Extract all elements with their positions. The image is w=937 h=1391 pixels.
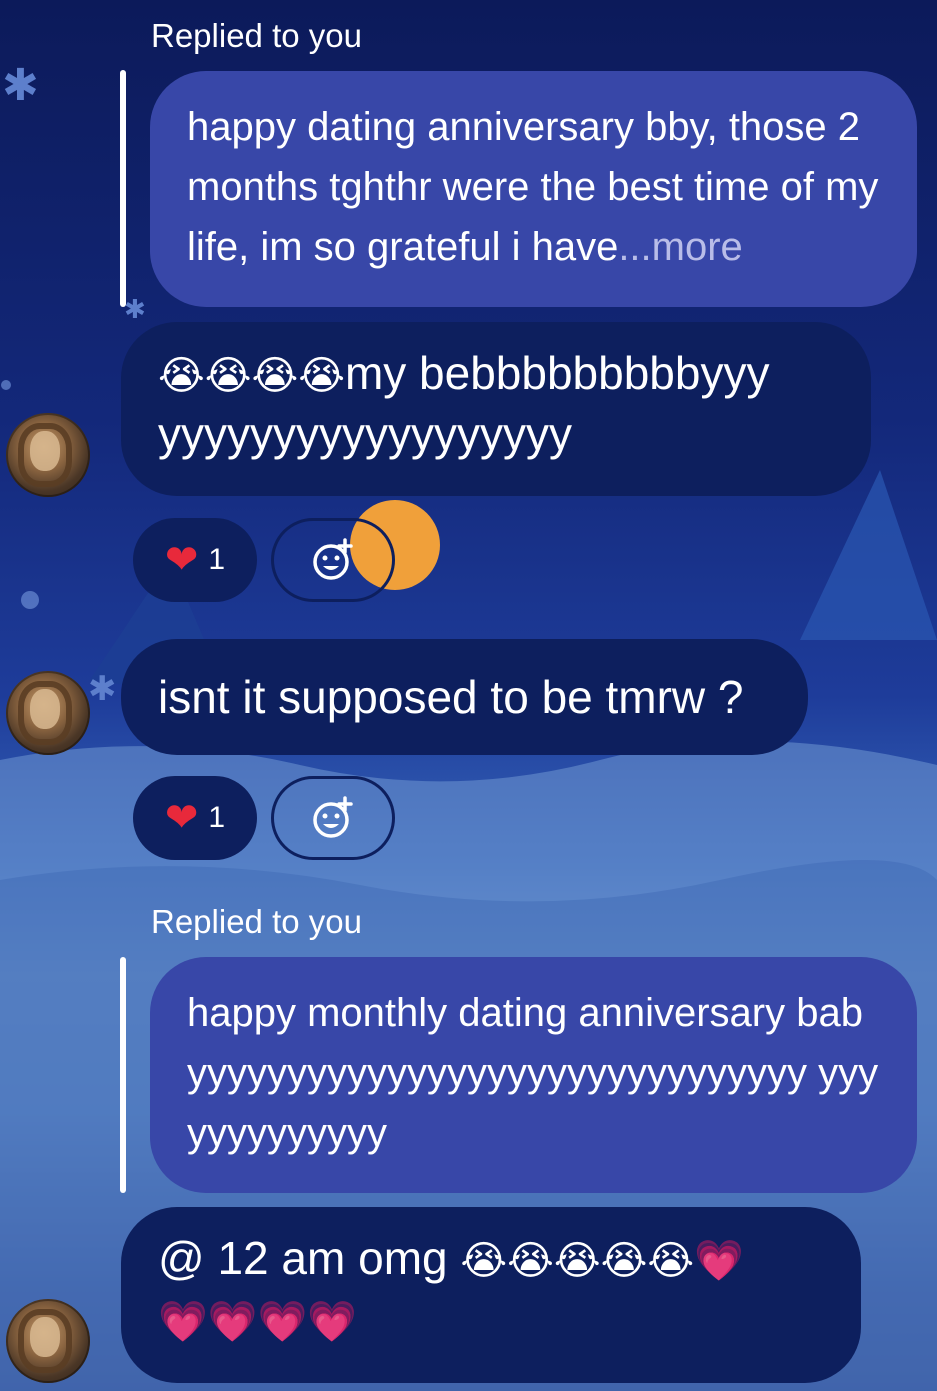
sender-avatar[interactable] — [6, 1299, 90, 1383]
snowflake-icon: ✱ — [2, 60, 39, 111]
sender-avatar[interactable] — [6, 671, 90, 755]
incoming-message-bubble[interactable]: 😭😭😭😭my bebbbbbbbbbyyy yyyyyyyyyyyyyyyyyy — [121, 322, 871, 496]
add-reaction-button[interactable] — [271, 776, 395, 860]
quoted-ellipsis: ... — [618, 225, 652, 269]
sender-avatar[interactable] — [6, 413, 90, 497]
emoji-group: 😭😭😭😭😭💗 — [460, 1238, 744, 1284]
more-link[interactable]: more — [652, 225, 743, 269]
reply-indicator-bar — [120, 70, 126, 307]
incoming-message-bubble[interactable]: @ 12 am omg 😭😭😭😭😭💗 💗💗💗💗 — [121, 1207, 861, 1383]
crying-emoji-group: 😭😭😭😭 — [158, 353, 345, 399]
heart-reaction-pill[interactable]: ❤ 1 — [133, 518, 257, 602]
heart-emoji-group: 💗💗💗💗 — [158, 1299, 358, 1345]
message-text: isnt it supposed to be tmrw ? — [158, 671, 744, 723]
add-reaction-button[interactable] — [271, 518, 395, 602]
message-text: @ 12 am omg — [158, 1232, 461, 1284]
add-reaction-icon — [313, 538, 353, 580]
heart-icon: ❤ — [164, 796, 199, 840]
quoted-message-text: happy dating anniversary bby, those 2 mo… — [187, 105, 879, 269]
snow-dot — [1, 380, 11, 390]
quoted-message-text: happy monthly dating anniversary babyyyy… — [187, 991, 879, 1155]
snowflake-icon: ✱ — [124, 295, 146, 325]
reply-label: Replied to you — [151, 17, 362, 54]
add-reaction-icon — [313, 796, 353, 838]
heart-icon: ❤ — [164, 538, 199, 582]
reaction-count: 1 — [208, 543, 226, 576]
snowflake-icon: ✱ — [88, 669, 117, 709]
heart-reaction-pill[interactable]: ❤ 1 — [133, 776, 257, 860]
incoming-message-bubble[interactable]: isnt it supposed to be tmrw ? — [121, 639, 808, 755]
quoted-message-bubble[interactable]: happy dating anniversary bby, those 2 mo… — [150, 71, 917, 307]
reaction-count: 1 — [208, 801, 226, 834]
snow-dot — [21, 591, 39, 609]
reply-label: Replied to you — [151, 903, 362, 940]
quoted-message-bubble[interactable]: happy monthly dating anniversary babyyyy… — [150, 957, 917, 1193]
reply-indicator-bar — [120, 957, 126, 1193]
